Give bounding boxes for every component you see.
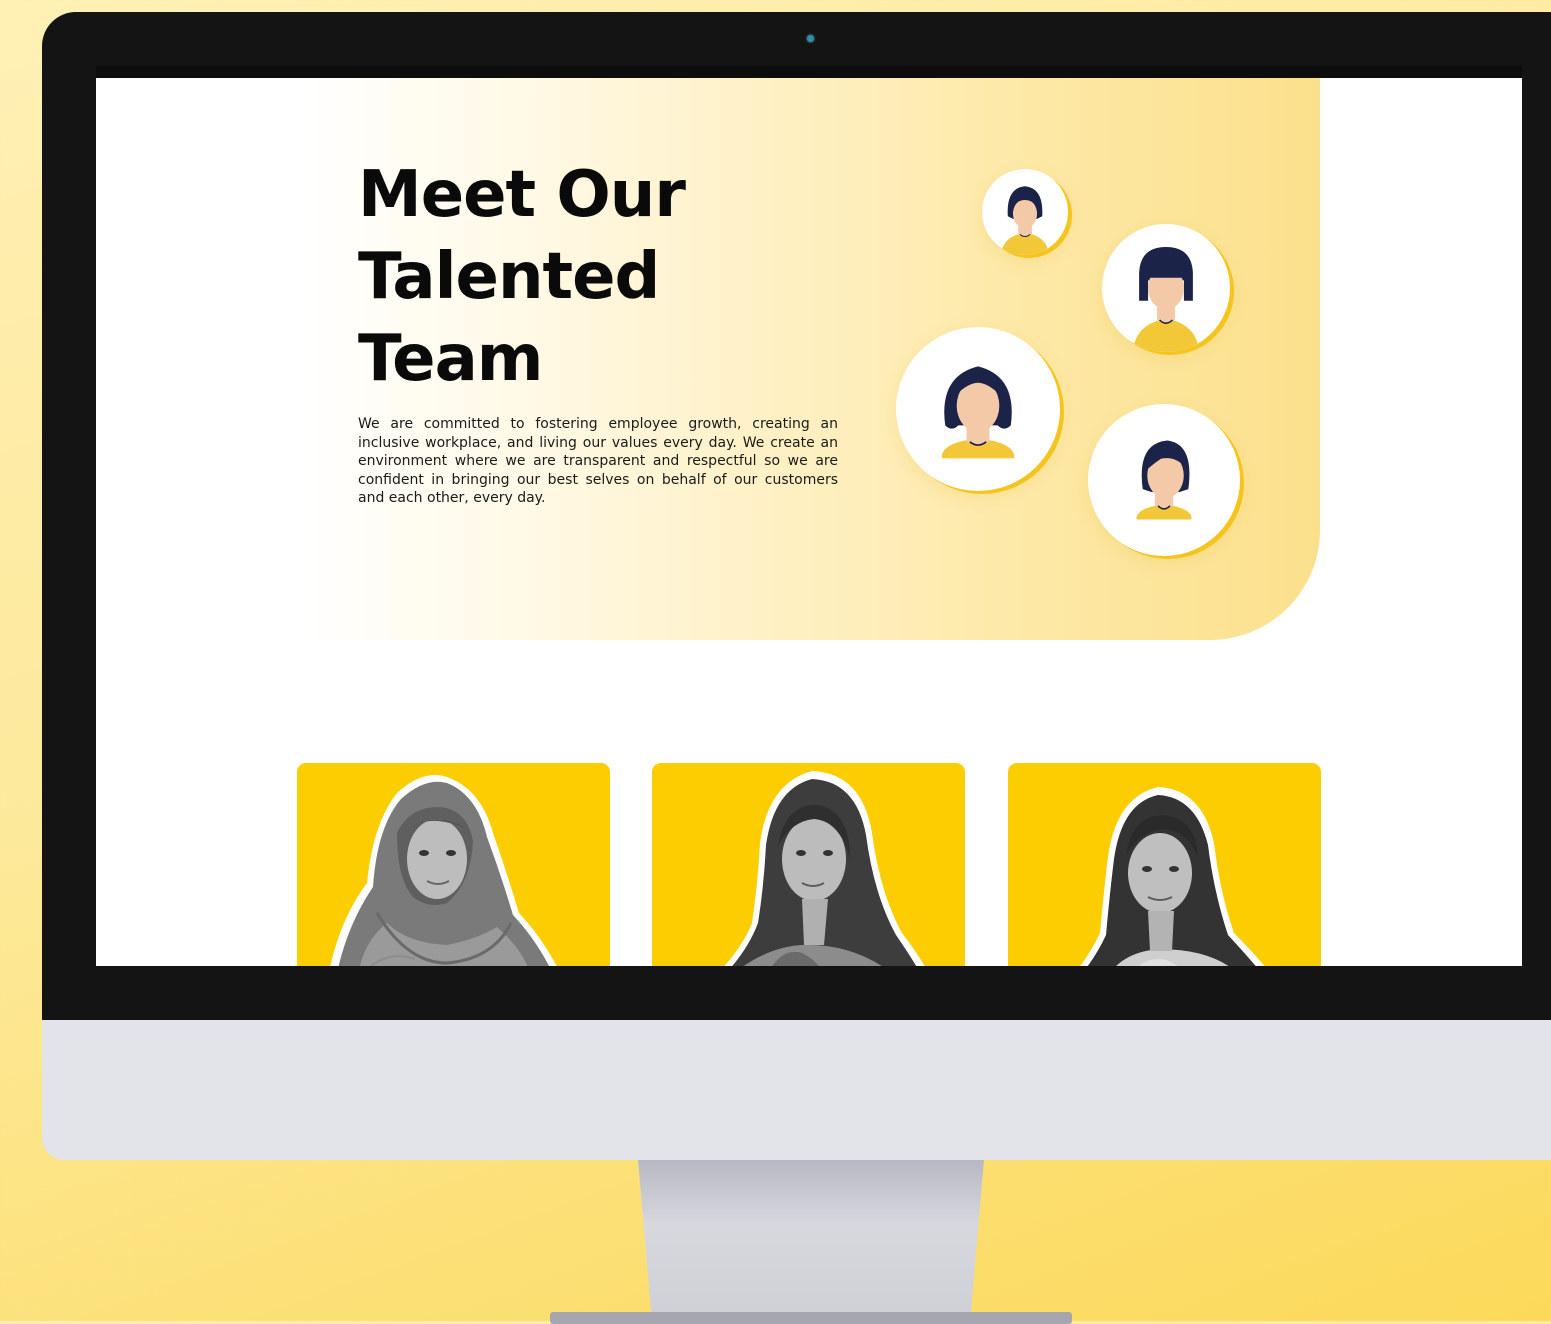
team-member-photo [724, 771, 925, 966]
monitor: Meet Our Talented Team We are committed … [42, 12, 1551, 1160]
webcam-icon [807, 35, 814, 42]
team-member-card[interactable] [297, 763, 610, 966]
team-member-photo [330, 775, 557, 966]
monitor-bezel: Meet Our Talented Team We are committed … [42, 12, 1551, 1020]
page-title: Meet Our Talented Team [358, 154, 818, 400]
title-line-3: Team [358, 322, 543, 396]
woman-avatar-icon [982, 169, 1068, 255]
title-line-2: Talented [358, 240, 660, 314]
woman-avatar-icon [1088, 404, 1240, 556]
team-member-card[interactable] [1008, 763, 1321, 966]
woman-avatar-icon [1102, 224, 1230, 352]
website-screen: Meet Our Talented Team We are committed … [96, 66, 1522, 966]
monitor-stand-base [550, 1312, 1072, 1324]
monitor-chin [42, 1020, 1551, 1160]
team-member-card[interactable] [652, 763, 965, 966]
woman-avatar-icon [896, 327, 1060, 491]
monitor-stand [638, 1160, 984, 1321]
hero-description: We are committed to fostering employee g… [358, 416, 838, 506]
title-line-1: Meet Our [358, 158, 686, 232]
browser-top-bar [96, 66, 1522, 78]
team-member-photo [1080, 787, 1265, 966]
